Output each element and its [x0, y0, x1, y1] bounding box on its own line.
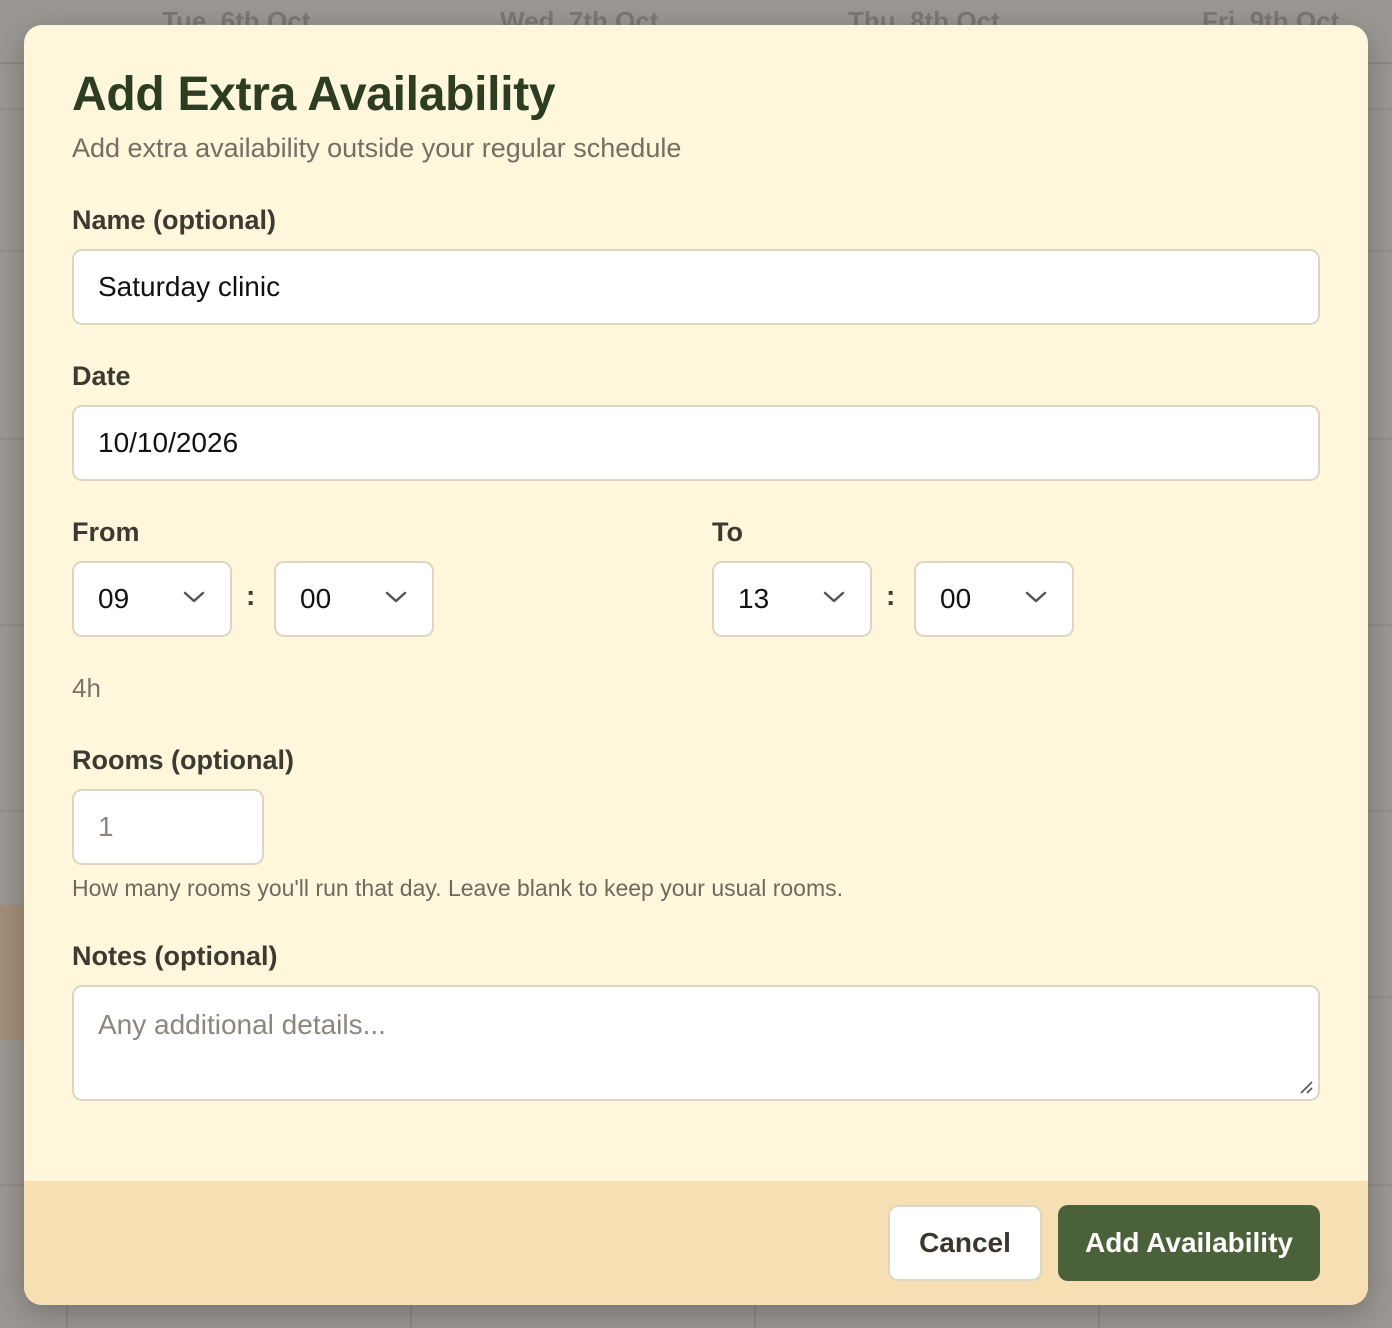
add-availability-dialog: Add Extra Availability Add extra availab…: [24, 25, 1368, 1305]
dialog-subtitle: Add extra availability outside your regu…: [72, 133, 682, 163]
to-hour-value: 13: [738, 583, 770, 614]
name-input-value: Saturday clinic: [98, 271, 281, 302]
from-hour-value: 09: [98, 583, 130, 614]
from-hour-select[interactable]: 09: [72, 561, 232, 637]
date-input-value: 10/10/2026: [98, 427, 239, 458]
chevron-down-icon: [823, 591, 845, 603]
from-minute-select[interactable]: 00: [274, 561, 434, 637]
to-minute-value: 00: [940, 583, 972, 614]
rooms-input[interactable]: 1: [72, 789, 264, 865]
from-time-separator: :: [246, 580, 256, 611]
rooms-label: Rooms (optional): [72, 745, 294, 775]
duration-text: 4h: [72, 673, 101, 703]
to-hour-select[interactable]: 13: [712, 561, 872, 637]
chevron-down-icon: [1025, 591, 1047, 603]
rooms-placeholder: 1: [98, 811, 114, 842]
notes-textarea[interactable]: Any additional details...: [72, 985, 1320, 1101]
notes-label: Notes (optional): [72, 941, 278, 971]
dialog-footer: Cancel Add Availability: [24, 1181, 1368, 1305]
name-label: Name (optional): [72, 205, 277, 235]
from-label: From: [72, 517, 140, 547]
name-input[interactable]: Saturday clinic: [72, 249, 1320, 325]
chevron-down-icon: [385, 591, 407, 603]
rooms-helper-text: How many rooms you'll run that day. Leav…: [72, 875, 844, 901]
to-minute-select[interactable]: 00: [914, 561, 1074, 637]
add-availability-button[interactable]: Add Availability: [1058, 1205, 1320, 1281]
date-label: Date: [72, 361, 131, 391]
resize-handle-icon[interactable]: [1298, 1079, 1314, 1095]
date-input[interactable]: 10/10/2026: [72, 405, 1320, 481]
dialog-title: Add Extra Availability: [72, 68, 556, 121]
chevron-down-icon: [183, 591, 205, 603]
to-label: To: [712, 517, 743, 547]
calendar-event-block: [0, 905, 24, 1040]
notes-placeholder: Any additional details...: [98, 1009, 386, 1040]
from-minute-value: 00: [300, 583, 332, 614]
to-time-separator: :: [886, 580, 896, 611]
cancel-button[interactable]: Cancel: [888, 1205, 1042, 1281]
